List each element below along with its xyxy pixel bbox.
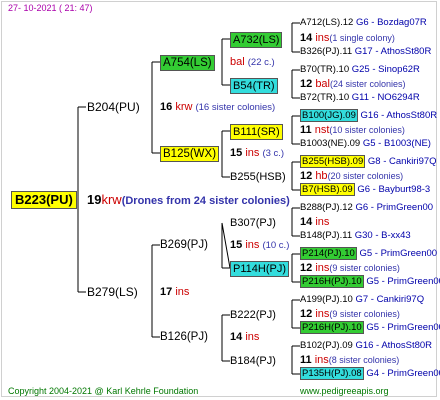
g4-queen: P216H(PJ).10 G5 - PrimGreen00 xyxy=(300,275,440,288)
g3-queen: B307(PJ) xyxy=(230,217,276,229)
g3-queen: A732(LS) xyxy=(230,32,283,48)
bracket-b126 xyxy=(221,314,230,362)
g4-queen: P216H(PJ).10 G5 - PrimGreen00 xyxy=(300,321,440,334)
g3-queen: B222(PJ) xyxy=(230,309,276,321)
g4-queen: P214(PJ).10 G5 - PrimGreen00 xyxy=(300,247,438,260)
g3-queen: P114H(PJ) xyxy=(230,261,289,277)
g4-queen: B100(JG).09 G16 - AthosSt80R xyxy=(300,109,438,122)
sire-info: 17 ins xyxy=(160,286,190,298)
g4-queen: B7(HSB).09 G6 - Bayburt98-3 xyxy=(300,183,431,196)
dam-sire-info: 15 ins (3 c.) xyxy=(230,147,285,159)
bracket-a732 xyxy=(291,22,300,53)
g3-info: 12 bal(24 sister colonies) xyxy=(300,78,406,90)
g4-queen: B70(TR).10 G25 - Sinop62R xyxy=(300,64,420,75)
g3-queen: B184(PJ) xyxy=(230,355,276,367)
bracket-sire xyxy=(151,244,160,338)
sire-dam-queen: B269(PJ) xyxy=(160,239,208,251)
dam-info: 16 krw (16 sister colonies) xyxy=(160,101,276,113)
g4-queen: B72(TR).10 G11 - NO6294R xyxy=(300,92,420,103)
bracket-b125 xyxy=(221,130,230,178)
g4-queen: B326(PJ).11 G17 - AthosSt80R xyxy=(300,46,432,57)
bracket-b222 xyxy=(291,299,300,329)
bracket-b255 xyxy=(291,161,300,191)
dam-queen: B204(PU) xyxy=(87,100,140,114)
g3-info: 14 ins xyxy=(300,216,330,228)
sire-queen: B279(LS) xyxy=(87,285,138,299)
bracket-p114h xyxy=(291,253,300,283)
sire-sire-queen: B126(PJ) xyxy=(160,331,208,343)
g4-queen: B255(HSB).09 G8 - Cankiri97Q xyxy=(300,155,437,168)
g3-queen: B54(TR) xyxy=(230,78,278,94)
bracket-b111 xyxy=(291,115,300,145)
bracket-b184 xyxy=(291,345,300,375)
g4-queen: A712(LS).12 G6 - Bozdag07R xyxy=(300,17,427,28)
g3-info: 11 nst(10 sister colonies) xyxy=(300,124,405,136)
g3-info: 12 hb(20 sister colonies) xyxy=(300,170,404,182)
sire-dam-info: 15 ins (10 c.) xyxy=(230,239,290,251)
pedigree-chart: 27- 10-2021 ( 21: 47) B223(PU) 19krw(Dro… xyxy=(0,0,440,400)
g3-info: 12 ins(9 sister colonies) xyxy=(300,308,400,320)
bracket-dam xyxy=(151,61,160,154)
g3-info: 11 ins(8 sister colonies) xyxy=(300,354,400,366)
copyright-text: Copyright 2004-2021 @ Karl Kehrle Founda… xyxy=(8,386,199,396)
g3-queen: B111(SR) xyxy=(230,124,283,140)
g4-queen: B148(PJ).11 G30 - B-xx43 xyxy=(300,230,411,241)
g4-queen: A199(PJ).10 G7 - Cankiri97Q xyxy=(300,294,425,305)
bracket-b307 xyxy=(291,207,300,237)
root-info: 19krw(Drones from 24 sister colonies) xyxy=(87,192,290,207)
g3-info: 14 ins(1 single colony) xyxy=(300,32,395,44)
bracket-b54 xyxy=(291,69,300,99)
dam-sire-queen: B125(WX) xyxy=(160,146,220,162)
sire-sire-info: 14 ins xyxy=(230,331,260,343)
bracket-a754 xyxy=(221,38,230,86)
g3-queen: B255(HSB) xyxy=(230,171,286,183)
bracket-b269 xyxy=(221,222,231,269)
dam-dam-queen: A754(LS) xyxy=(160,55,215,71)
g4-queen: B1003(NE).09 G5 - B1003(NE) xyxy=(300,138,431,149)
g4-queen: B102(PJ).09 G16 - AthosSt80R xyxy=(300,340,433,351)
date-header: 27- 10-2021 ( 21: 47) xyxy=(8,3,93,13)
root-queen: B223(PU) xyxy=(11,191,77,209)
g4-queen: B288(PJ).12 G6 - PrimGreen00 xyxy=(300,202,434,213)
bracket-root xyxy=(77,106,86,293)
g3-info: 12 ins(9 sister colonies) xyxy=(300,262,400,274)
dam-dam-info: bal (22 c.) xyxy=(230,56,275,68)
g4-queen: P135H(PJ).08 G4 - PrimGreen00 xyxy=(300,367,440,380)
site-link[interactable]: www.pedigreeapis.org xyxy=(300,386,389,396)
